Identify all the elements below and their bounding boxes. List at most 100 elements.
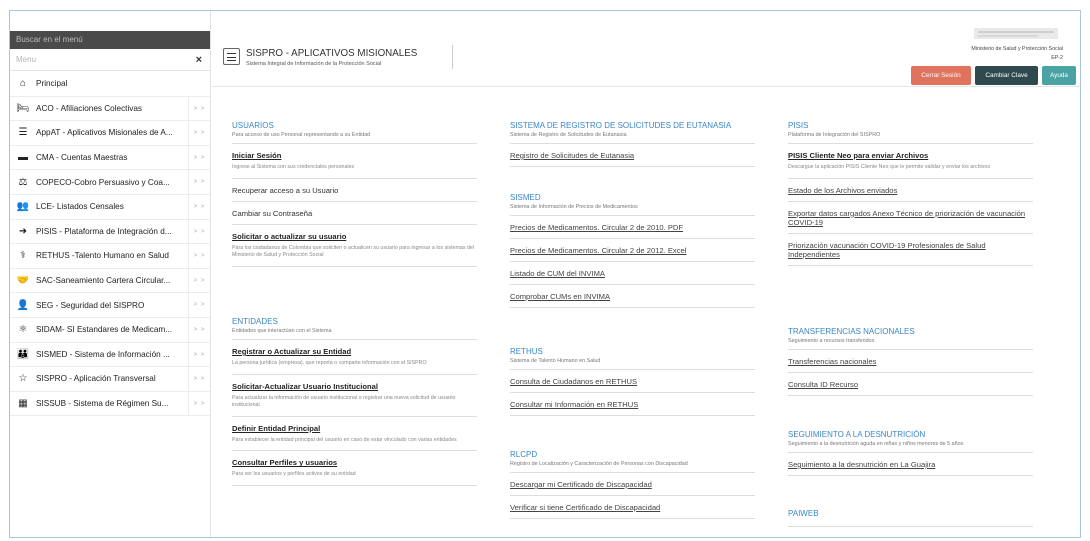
chevron-right-icon[interactable]: > > bbox=[188, 219, 210, 244]
section-title: SISTEMA DE REGISTRO DE SOLICITUDES DE EU… bbox=[510, 121, 732, 130]
menu-link-title[interactable]: Precios de Medicamentos. Circular 2 de 2… bbox=[510, 223, 755, 232]
menu-link-item[interactable]: Cambiar su Contraseña bbox=[232, 202, 477, 225]
menu-link-title[interactable]: Precios de Medicamentos. Circular 2 de 2… bbox=[510, 246, 755, 255]
chevron-right-icon[interactable]: > > bbox=[188, 317, 210, 342]
menu-link-title[interactable]: Listado de CUM del INVIMA bbox=[510, 269, 755, 278]
menu-link-item[interactable]: Solicitar-Actualizar Usuario Institucion… bbox=[232, 375, 477, 417]
menu-link-item[interactable]: Estado de los Archivos enviados bbox=[788, 179, 1033, 202]
chevron-right-icon[interactable]: > > bbox=[188, 367, 210, 391]
chevron-right-icon[interactable]: > > bbox=[188, 293, 210, 317]
menu-link-title[interactable]: Seguimiento a la desnutrición en La Guaj… bbox=[788, 460, 1033, 469]
menu-link-title[interactable]: Registro de Solicitudes de Eutanasia bbox=[510, 151, 755, 160]
menu-link-title[interactable]: Estado de los Archivos enviados bbox=[788, 186, 1033, 195]
menu-link-title[interactable]: Solicitar o actualizar su usuario bbox=[232, 232, 477, 241]
menu-link-item[interactable]: Seguimiento a la desnutrición en La Guaj… bbox=[788, 453, 1033, 476]
gavel-icon: ⚖ bbox=[18, 176, 28, 188]
menu-filter-input[interactable]: Menu × bbox=[10, 49, 210, 71]
sidebar-item[interactable]: ☆ SISPRO - Aplicación Transversal > > bbox=[10, 367, 210, 392]
menu-link-item[interactable]: Comprobar CUMs en INVIMA bbox=[510, 285, 755, 308]
menu-link-item[interactable]: Consultar mi Información en RETHUS bbox=[510, 393, 755, 416]
change-password-button[interactable]: Cambiar Clave bbox=[975, 66, 1038, 85]
chevron-right-icon[interactable]: > > bbox=[188, 170, 210, 194]
clear-filter-icon[interactable]: × bbox=[196, 49, 202, 71]
menu-link-title[interactable]: Recuperar acceso a su Usuario bbox=[232, 186, 477, 195]
menu-link-title[interactable]: Consultar mi Información en RETHUS bbox=[510, 400, 755, 409]
menu-link-item[interactable]: Verificar si tiene Certificado de Discap… bbox=[510, 496, 755, 519]
menu-link-item[interactable]: Consulta ID Recurso bbox=[788, 373, 1033, 396]
menu-link-title[interactable]: Registrar o Actualizar su Entidad bbox=[232, 347, 477, 356]
section-paiweb: PAIWEB bbox=[788, 509, 1033, 527]
sidebar-item[interactable]: 👤 SEG - Seguridad del SISPRO > > bbox=[10, 293, 210, 318]
sidebar: Buscar en el menú Menu × ⌂ Principal 🛏 AC… bbox=[10, 11, 211, 537]
menu-link-title[interactable]: Definir Entidad Principal bbox=[232, 424, 477, 433]
sidebar-item[interactable]: ⚖ COPECO-Cobro Persuasivo y Coa... > > bbox=[10, 170, 210, 195]
ministry-logo bbox=[974, 28, 1058, 39]
sidebar-item-label: Principal bbox=[36, 78, 68, 88]
sidebar-item[interactable]: ▦ SISSUB - Sistema de Régimen Su... > > bbox=[10, 391, 210, 417]
home-icon: ⌂ bbox=[19, 77, 27, 89]
menu-search-input[interactable]: Buscar en el menú bbox=[10, 31, 210, 49]
section-description: Seguimiento a recursos transferidos bbox=[788, 338, 1033, 350]
menu-link-title[interactable]: Iniciar Sesión bbox=[232, 151, 477, 160]
menu-link-item[interactable]: Consultar Perfiles y usuarios Para ver lo… bbox=[232, 451, 477, 486]
menu-link-item[interactable]: Recuperar acceso a su Usuario bbox=[232, 179, 477, 202]
chevron-right-icon[interactable]: > > bbox=[188, 244, 210, 268]
menu-link-title[interactable]: Solicitar-Actualizar Usuario Institucion… bbox=[232, 382, 477, 391]
chevron-right-icon[interactable]: > > bbox=[188, 194, 210, 219]
sidebar-item[interactable]: 👥 LCE- Listados Censales > > bbox=[10, 194, 210, 220]
sidebar-item[interactable]: ▬ CMA - Cuentas Maestras > > bbox=[10, 145, 210, 171]
sidebar-item[interactable]: 👪 SISMED - Sistema de Información ... > > bbox=[10, 342, 210, 368]
menu-link-title[interactable]: Priorización vacunación COVID-19 Profesi… bbox=[788, 241, 1033, 259]
menu-link-title[interactable]: Transferencias nacionales bbox=[788, 357, 1033, 366]
chevron-right-icon[interactable]: > > bbox=[188, 268, 210, 293]
sidebar-item[interactable]: ⚕ RETHUS -Talento Humano en Salud > > bbox=[10, 244, 210, 269]
sidebar-item[interactable]: 🤝 SAC-Saneamiento Cartera Circular... > > bbox=[10, 268, 210, 294]
chevron-right-icon[interactable]: > > bbox=[188, 391, 210, 416]
hamburger-line bbox=[227, 53, 236, 55]
sidebar-item[interactable]: ☰ AppAT - Aplicativos Misionales de A... >… bbox=[10, 121, 210, 146]
logout-button[interactable]: Cerrar Sesión bbox=[911, 66, 971, 85]
page-title: SISPRO - APLICATIVOS MISIONALES bbox=[246, 48, 418, 59]
hamburger-menu-button[interactable] bbox=[223, 48, 240, 65]
section-description: Para acceso de uso Personal representand… bbox=[232, 132, 477, 144]
menu-link-item[interactable]: Iniciar Sesión Ingrese al Sistema con sus… bbox=[232, 144, 477, 179]
menu-link-title[interactable]: Consultar Perfiles y usuarios bbox=[232, 458, 477, 467]
sidebar-item[interactable]: 🛏 ACO - Afiliaciones Colectivas > > bbox=[10, 96, 210, 122]
section-description: Seguimiento a la desnutrición aguda en n… bbox=[788, 441, 1033, 453]
sidebar-item-label: RETHUS -Talento Humano en Salud bbox=[36, 251, 169, 261]
menu-link-item[interactable]: Registro de Solicitudes de Eutanasia bbox=[510, 144, 755, 167]
chevron-right-icon[interactable]: > > bbox=[188, 342, 210, 367]
menu-link-item[interactable]: Solicitar o actualizar su usuario Para lo… bbox=[232, 225, 477, 267]
menu-link-title[interactable]: PISIS Cliente Neo para enviar Archivos bbox=[788, 151, 1033, 160]
menu-link-item[interactable]: PISIS Cliente Neo para enviar Archivos De… bbox=[788, 144, 1033, 179]
sidebar-item-label: COPECO-Cobro Persuasivo y Coa... bbox=[36, 177, 170, 187]
molecule-icon: ⚛ bbox=[18, 324, 28, 336]
menu-link-item[interactable]: Precios de Medicamentos. Circular 2 de 2… bbox=[510, 239, 755, 262]
menu-link-title[interactable]: Verificar si tiene Certificado de Discap… bbox=[510, 503, 755, 512]
menu-link-item[interactable]: Consulta de Ciudadanos en RETHUS bbox=[510, 370, 755, 393]
menu-link-item[interactable]: Precios de Medicamentos. Circular 2 de 2… bbox=[510, 216, 755, 239]
chevron-right-icon[interactable]: > > bbox=[188, 145, 210, 170]
menu-link-item[interactable]: Registrar o Actualizar su Entidad La pers… bbox=[232, 340, 477, 375]
menu-link-description: La persona jurídica (empresa), que repor… bbox=[232, 360, 427, 366]
sidebar-item-label: LCE- Listados Censales bbox=[36, 202, 124, 212]
menu-link-item[interactable]: Priorización vacunación COVID-19 Profesi… bbox=[788, 234, 1033, 266]
sidebar-item[interactable]: ⚛ SIDAM- SI Estandares de Medicam... > > bbox=[10, 317, 210, 343]
chevron-right-icon[interactable]: > > bbox=[188, 96, 210, 121]
menu-link-title[interactable]: Consulta ID Recurso bbox=[788, 380, 1033, 389]
sidebar-item[interactable]: ➜ PISIS - Plataforma de Integración d... >… bbox=[10, 219, 210, 245]
menu-link-title[interactable]: Comprobar CUMs en INVIMA bbox=[510, 292, 755, 301]
menu-link-item[interactable]: Exportar datos cargados Anexo Técnico de… bbox=[788, 202, 1033, 234]
menu-link-item[interactable]: Descargar mi Certificado de Discapacidad bbox=[510, 473, 755, 496]
menu-link-item[interactable]: Definir Entidad Principal Para establecer… bbox=[232, 417, 477, 452]
menu-link-item[interactable]: Listado de CUM del INVIMA bbox=[510, 262, 755, 285]
sidebar-item-principal[interactable]: ⌂ Principal bbox=[10, 71, 210, 96]
menu-link-title[interactable]: Consulta de Ciudadanos en RETHUS bbox=[510, 377, 755, 386]
menu-link-title[interactable]: Exportar datos cargados Anexo Técnico de… bbox=[788, 209, 1033, 227]
help-button[interactable]: Ayuda bbox=[1042, 66, 1076, 85]
chevron-right-icon[interactable]: > > bbox=[188, 121, 210, 145]
sidebar-item-label: SEG - Seguridad del SISPRO bbox=[36, 300, 145, 310]
menu-link-item[interactable]: Transferencias nacionales bbox=[788, 350, 1033, 373]
menu-link-title[interactable]: Descargar mi Certificado de Discapacidad bbox=[510, 480, 755, 489]
menu-link-title[interactable]: Cambiar su Contraseña bbox=[232, 209, 477, 218]
